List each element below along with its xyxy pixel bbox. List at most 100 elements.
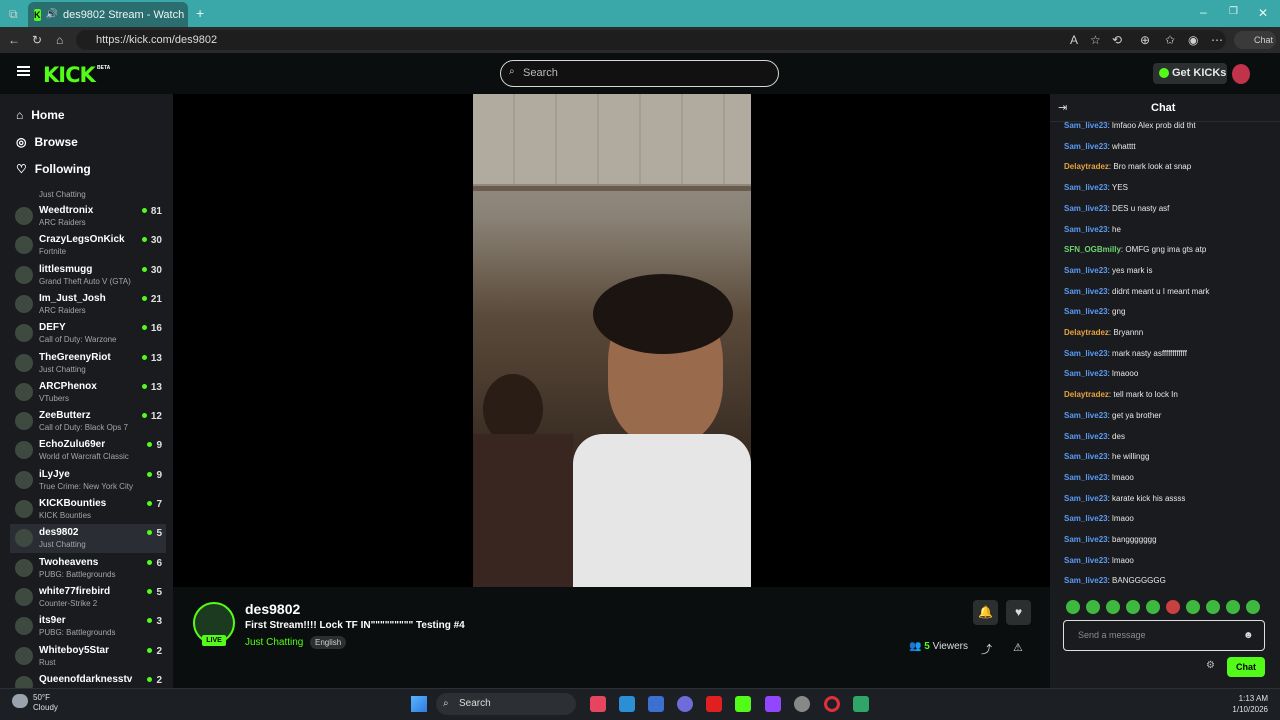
speaker-icon[interactable]: 🔊 <box>46 9 58 20</box>
sidebar-channel-item[interactable]: white77firebird Counter-Strike 2 5 <box>10 583 166 612</box>
emote-icon[interactable] <box>1186 600 1200 614</box>
nav-following[interactable]: ♡ Following <box>16 162 91 176</box>
sidebar-channel-item[interactable]: des9802 Just Chatting 5 <box>10 524 166 554</box>
emote-icon[interactable] <box>1066 600 1080 614</box>
sidebar-channel-item[interactable]: ZeeButterz Call of Duty: Black Ops 7 12 <box>10 407 166 436</box>
store-icon[interactable] <box>648 696 664 712</box>
chat-username[interactable]: Sam_live23 <box>1064 411 1108 420</box>
sidebar-channel-item[interactable]: Whiteboy5Star Rust 2 <box>10 642 166 671</box>
chat-username[interactable]: Sam_live23 <box>1064 225 1108 234</box>
app-icon[interactable] <box>853 696 869 712</box>
notifications-button[interactable]: 🔔 <box>973 600 998 625</box>
emote-icon[interactable] <box>1166 600 1180 614</box>
chat-message-input[interactable]: Send a message <box>1063 620 1265 651</box>
chat-username[interactable]: Sam_live23 <box>1064 349 1108 358</box>
profile-icon[interactable]: ◉ <box>1188 33 1198 47</box>
hamburger-menu-icon[interactable] <box>17 66 30 76</box>
browser-tab[interactable]: K 🔊 des9802 Stream - Watch Live ✕ <box>28 2 188 27</box>
emoji-picker-icon[interactable]: ☻ <box>1243 630 1254 641</box>
chat-username[interactable]: Delaytradez <box>1064 390 1109 399</box>
sidebar-channel-item[interactable]: Twoheavens PUBG: Battlegrounds 6 <box>10 554 166 583</box>
edge-icon[interactable] <box>619 696 635 712</box>
chat-username[interactable]: Delaytradez <box>1064 328 1109 337</box>
chat-username[interactable]: Sam_live23 <box>1064 369 1108 378</box>
report-icon[interactable]: ⚠ <box>1013 641 1023 654</box>
new-tab-icon[interactable]: + <box>196 5 204 21</box>
refresh-icon[interactable]: ↻ <box>32 33 42 47</box>
language-tag[interactable]: English <box>310 636 347 649</box>
sidebar-channel-item[interactable]: CrazyLegsOnKick Fortnite 30 <box>10 231 166 260</box>
tab-actions-icon[interactable]: ⧉ <box>9 7 18 22</box>
chat-username[interactable]: Sam_live23 <box>1064 287 1108 296</box>
opera-icon[interactable] <box>824 696 840 712</box>
nav-home[interactable]: ⌂ Home <box>16 108 65 122</box>
url-field[interactable]: https://kick.com/des9802 <box>76 30 1226 50</box>
user-avatar[interactable] <box>1232 64 1250 84</box>
stream-category[interactable]: Just Chatting <box>245 637 303 648</box>
send-chat-button[interactable]: Chat <box>1227 657 1265 677</box>
sidebar-channel-item[interactable]: Weedtronix ARC Raiders 81 <box>10 202 166 231</box>
follow-button[interactable]: ♥ <box>1006 600 1031 625</box>
sidebar-channel-item[interactable]: Im_Just_Josh ARC Raiders 21 <box>10 290 166 319</box>
share-icon[interactable]: ⤴ <box>981 641 992 657</box>
sidebar-channel-item[interactable]: EchoZulu69er World of Warcraft Classic 9 <box>10 436 166 465</box>
nav-browse[interactable]: ◎ Browse <box>16 135 78 149</box>
emote-icon[interactable] <box>1126 600 1140 614</box>
chrome-icon[interactable] <box>794 696 810 712</box>
sidebar-channel-item[interactable]: its9er PUBG: Battlegrounds 3 <box>10 612 166 641</box>
chat-username[interactable]: Sam_live23 <box>1064 204 1108 213</box>
chat-username[interactable]: Sam_live23 <box>1064 535 1108 544</box>
music-app-icon[interactable] <box>590 696 606 712</box>
more-menu-icon[interactable]: ⋯ <box>1211 33 1223 47</box>
kick-app-icon[interactable] <box>735 696 751 712</box>
system-clock[interactable]: 1:13 AM 1/10/2026 <box>1226 693 1268 715</box>
youtube-icon[interactable] <box>706 696 722 712</box>
chat-username[interactable]: Sam_live23 <box>1064 307 1108 316</box>
chat-username[interactable]: Sam_live23 <box>1064 576 1108 585</box>
close-window-icon[interactable]: ✕ <box>1258 6 1268 20</box>
emote-icon[interactable] <box>1106 600 1120 614</box>
home-browser-icon[interactable]: ⌂ <box>56 33 63 47</box>
read-aloud-icon[interactable]: A <box>1070 33 1078 47</box>
emote-icon[interactable] <box>1146 600 1160 614</box>
kick-logo[interactable]: KICK <box>43 63 96 87</box>
chat-username[interactable]: Sam_live23 <box>1064 514 1108 523</box>
extensions-icon[interactable]: ⟲ <box>1112 33 1122 47</box>
back-icon[interactable]: ← <box>8 33 20 47</box>
sidebar-channel-item[interactable]: DEFY Call of Duty: Warzone 16 <box>10 319 166 348</box>
chat-username[interactable]: Sam_live23 <box>1064 266 1108 275</box>
chat-username[interactable]: Sam_live23 <box>1064 494 1108 503</box>
emote-icon[interactable] <box>1246 600 1260 614</box>
chat-username[interactable]: Sam_live23 <box>1064 556 1108 565</box>
copilot-chat-button[interactable]: Chat <box>1234 31 1276 49</box>
channel-name[interactable]: des9802 <box>245 601 300 617</box>
minimize-icon[interactable]: – <box>1200 5 1207 19</box>
chat-username[interactable]: SFN_OGBmilly <box>1064 245 1121 254</box>
sidebar-channel-item[interactable]: ARCPhenox VTubers 13 <box>10 378 166 407</box>
favorite-icon[interactable]: ☆ <box>1090 33 1101 47</box>
sidebar-channel-item[interactable]: iLyJye True Crime: New York City 9 <box>10 466 166 495</box>
chat-username[interactable]: Sam_live23 <box>1064 452 1108 461</box>
collections-icon[interactable]: ⊕ <box>1140 33 1150 47</box>
chat-username[interactable]: Sam_live23 <box>1064 183 1108 192</box>
chat-username[interactable]: Sam_live23 <box>1064 473 1108 482</box>
messenger-icon[interactable] <box>677 696 693 712</box>
emote-icon[interactable] <box>1086 600 1100 614</box>
chat-username[interactable]: Delaytradez <box>1064 162 1109 171</box>
chat-username[interactable]: Sam_live23 <box>1064 121 1108 130</box>
weather-icon[interactable] <box>12 694 28 708</box>
emote-icon[interactable] <box>1206 600 1220 614</box>
twitch-icon[interactable] <box>765 696 781 712</box>
chat-username[interactable]: Sam_live23 <box>1064 142 1108 151</box>
windows-start-icon[interactable] <box>411 696 427 712</box>
collapse-chat-icon[interactable]: ⇥ <box>1058 101 1067 114</box>
video-frame[interactable] <box>473 94 751 587</box>
chat-settings-icon[interactable]: ⚙ <box>1206 660 1215 671</box>
restore-icon[interactable]: ❐ <box>1229 6 1238 17</box>
chat-username[interactable]: Sam_live23 <box>1064 432 1108 441</box>
favorites-list-icon[interactable]: ✩ <box>1165 33 1175 47</box>
emote-icon[interactable] <box>1226 600 1240 614</box>
weather-widget[interactable]: 50°F Cloudy <box>33 693 58 713</box>
search-input[interactable]: Search <box>500 60 779 87</box>
taskbar-search[interactable]: Search <box>436 693 576 715</box>
